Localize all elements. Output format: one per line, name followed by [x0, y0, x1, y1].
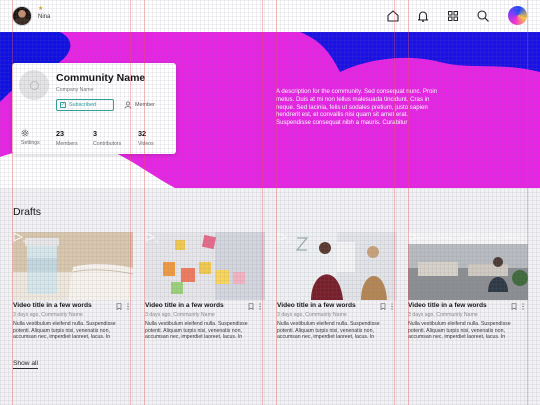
stat-value: 3 [93, 129, 98, 138]
user-avatar[interactable] [12, 6, 32, 26]
column-guide [527, 0, 528, 405]
play-icon[interactable] [277, 232, 291, 242]
video-title[interactable]: Video title in a few words [408, 302, 487, 309]
video-meta: 3 days ago, Community Name [145, 312, 215, 318]
video-meta: 3 days ago, Community Name [408, 312, 478, 318]
stat-members[interactable]: 23 Members [56, 129, 78, 147]
video-thumbnail[interactable] [277, 232, 397, 300]
stat-value: 23 [56, 129, 65, 138]
stat-label: Contributors [93, 141, 122, 147]
video-card[interactable]: Video title in a few words 3 days ago, C… [277, 232, 397, 340]
play-icon[interactable] [145, 232, 159, 242]
video-title[interactable]: Video title in a few words [145, 302, 224, 309]
bell-icon[interactable] [416, 9, 430, 23]
app-logo[interactable] [508, 6, 527, 25]
company-name: Company Name [56, 87, 94, 93]
video-thumbnail[interactable] [13, 232, 133, 300]
community-name: Community Name [56, 72, 146, 84]
column-guide [394, 0, 395, 405]
community-avatar [19, 70, 49, 100]
video-card[interactable]: Video title in a few words 3 days ago, C… [13, 232, 133, 340]
check-icon: ✓ [60, 101, 66, 108]
video-card[interactable]: Video title in a few words 3 days ago, C… [408, 232, 528, 340]
user-badge: ★ [38, 6, 44, 12]
stat-contributors[interactable]: 3 Contributors [93, 129, 121, 147]
user-name: Nina [38, 14, 51, 20]
bookmark-icon[interactable] [511, 303, 517, 310]
member-role[interactable]: Member [124, 101, 155, 109]
stat-label: Settings [21, 140, 40, 146]
video-thumbnail[interactable] [408, 232, 528, 300]
grid-icon[interactable] [446, 9, 460, 23]
column-guide [262, 0, 263, 405]
stat-settings[interactable]: Settings [21, 129, 40, 146]
video-meta: 3 days ago, Community Name [13, 312, 83, 318]
show-all-link[interactable]: Show all [13, 360, 38, 369]
drafts-heading: Drafts [13, 206, 42, 218]
column-guide [144, 0, 145, 405]
video-card[interactable]: Video title in a few words 3 days ago, C… [145, 232, 265, 340]
play-icon[interactable] [408, 232, 422, 242]
stat-label: Members [56, 141, 78, 147]
video-description: Nulla vestibulum eleifend nulla. Suspend… [13, 321, 116, 341]
more-icon[interactable] [521, 303, 525, 310]
community-card: Community Name Company Name ✓ Subscribed… [12, 63, 176, 154]
column-guide [130, 0, 131, 405]
bookmark-icon[interactable] [248, 303, 254, 310]
subscribed-button[interactable]: ✓ Subscribed [56, 99, 114, 111]
subscribed-label: Subscribed [69, 102, 96, 108]
stat-value: 32 [138, 129, 147, 138]
top-bar: ★ Nina [0, 0, 540, 32]
column-guide [276, 0, 277, 405]
video-description: Nulla vestibulum eleifend nulla. Suspend… [277, 321, 380, 341]
video-title[interactable]: Video title in a few words [13, 302, 92, 309]
video-title[interactable]: Video title in a few words [277, 302, 356, 309]
gear-icon [21, 129, 40, 137]
column-guide [408, 0, 409, 405]
bookmark-icon[interactable] [380, 303, 386, 310]
video-description: Nulla vestibulum eleifend nulla. Suspend… [408, 321, 511, 341]
video-meta: 3 days ago, Community Name [277, 312, 347, 318]
video-description: Nulla vestibulum eleifend nulla. Suspend… [145, 321, 248, 341]
stat-label: Videos [138, 141, 154, 147]
video-thumbnail[interactable] [145, 232, 265, 300]
column-guide [12, 0, 13, 405]
bookmark-icon[interactable] [116, 303, 122, 310]
home-icon[interactable] [386, 9, 400, 23]
community-description: A description for the community. Sed con… [276, 88, 438, 127]
search-icon[interactable] [476, 9, 490, 23]
play-icon[interactable] [13, 232, 27, 242]
stat-videos[interactable]: 32 Videos [138, 129, 154, 147]
